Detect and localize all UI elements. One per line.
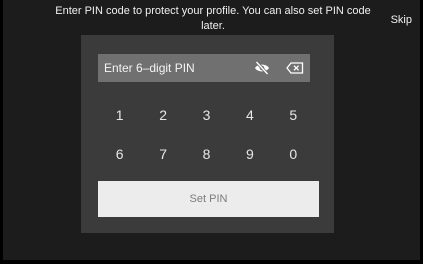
key-1[interactable]: 1 <box>98 107 141 123</box>
pin-placeholder: Enter 6–digit PIN <box>104 61 195 75</box>
pin-panel: Enter 6–digit PIN 1 2 3 4 5 6 7 8 9 0 Se… <box>81 35 334 233</box>
key-5[interactable]: 5 <box>272 107 315 123</box>
key-6[interactable]: 6 <box>98 146 141 162</box>
keypad-row: 1 2 3 4 5 <box>98 95 315 134</box>
backspace-icon[interactable] <box>286 61 304 75</box>
key-4[interactable]: 4 <box>228 107 271 123</box>
skip-button[interactable]: Skip <box>391 14 412 26</box>
key-7[interactable]: 7 <box>141 146 184 162</box>
key-0[interactable]: 0 <box>272 146 315 162</box>
set-pin-button[interactable]: Set PIN <box>98 181 319 217</box>
key-8[interactable]: 8 <box>185 146 228 162</box>
number-keypad: 1 2 3 4 5 6 7 8 9 0 <box>98 95 315 173</box>
key-3[interactable]: 3 <box>185 107 228 123</box>
pin-input[interactable]: Enter 6–digit PIN <box>98 54 310 82</box>
keypad-row: 6 7 8 9 0 <box>98 134 315 173</box>
pin-setup-screen: Enter PIN code to protect your profile. … <box>3 0 420 260</box>
key-2[interactable]: 2 <box>141 107 184 123</box>
key-9[interactable]: 9 <box>228 146 271 162</box>
instruction-text: Enter PIN code to protect your profile. … <box>55 5 371 32</box>
eye-slash-icon[interactable] <box>254 60 270 76</box>
